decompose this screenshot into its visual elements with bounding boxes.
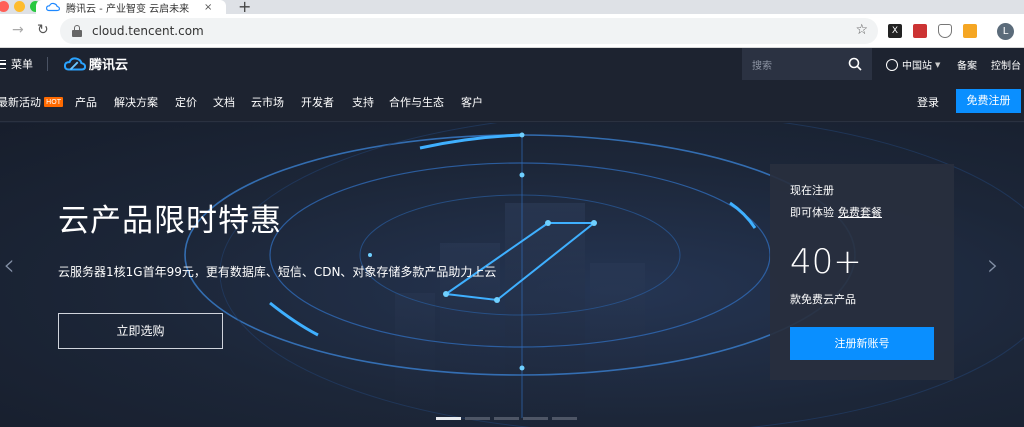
globe-icon	[886, 58, 898, 71]
nav-item-marketplace[interactable]: 云市场	[251, 94, 284, 110]
browser-address-bar: → ↻ cloud.tencent.com ☆ X L ⋮	[0, 14, 1024, 48]
buy-now-button[interactable]: 立即选购	[58, 313, 223, 349]
carousel-next-arrow-icon[interactable]: ›	[987, 248, 999, 283]
nav-item-latest-events[interactable]: 最新活动 HOT	[0, 94, 64, 110]
promo-line2-prefix: 即可体验	[790, 206, 834, 219]
carousel-dot[interactable]	[494, 417, 519, 420]
register-account-button[interactable]: 注册新账号	[790, 327, 934, 360]
signup-promo-card: 现在注册 即可体验 免费套餐 40+ 款免费云产品 注册新账号	[770, 164, 954, 380]
cloud-logo-icon	[64, 56, 86, 71]
search-icon[interactable]	[848, 57, 862, 71]
nav-item-developers[interactable]: 开发者	[301, 94, 334, 110]
site-top-bar: 菜单 腾讯云 搜索 中国站 ▼ 备案 控制台	[0, 48, 1024, 80]
hero-title: 云产品限时特惠	[58, 203, 282, 239]
tab-close-icon[interactable]: ×	[204, 2, 212, 13]
browser-menu-icon[interactable]: ⋮	[1019, 23, 1024, 39]
region-label: 中国站	[902, 61, 932, 72]
hamburger-icon	[0, 59, 6, 69]
hero-subtitle: 云服务器1核1G首年99元，更有数据库、短信、CDN、对象存储多款产品助力上云	[58, 265, 497, 279]
extension-x-icon[interactable]: X	[888, 24, 902, 38]
url-text[interactable]: cloud.tencent.com	[92, 24, 204, 38]
search-placeholder: 搜索	[752, 60, 772, 72]
carousel-dot[interactable]	[465, 417, 490, 420]
reload-icon[interactable]: ↻	[37, 22, 49, 38]
tencent-cloud-favicon-icon	[46, 2, 60, 12]
logo-text: 腾讯云	[89, 58, 129, 73]
carousel-dot[interactable]	[523, 417, 548, 420]
hero-banner: ‹ › 云产品限时特惠 云服务器1核1G首年99元，更有数据库、短信、CDN、对…	[0, 123, 1024, 427]
nav-item-solutions[interactable]: 解决方案	[114, 94, 158, 110]
nav-item-ecosystem[interactable]: 合作与生态	[389, 94, 444, 110]
browser-tab-bar: 腾讯云 - 产业智变 云启未来 × +	[0, 0, 1024, 16]
extension-mask-icon[interactable]	[913, 24, 927, 38]
nav-item-support[interactable]: 支持	[352, 94, 374, 110]
nav-item-customers[interactable]: 客户	[461, 94, 483, 110]
extension-shield-icon[interactable]	[938, 24, 952, 38]
carousel-indicators	[436, 417, 581, 420]
main-navigation: 最新活动 HOT 产品 解决方案 定价 文档 云市场 开发者 支持 合作与生态 …	[0, 80, 1024, 122]
lock-icon	[72, 25, 82, 37]
menu-button[interactable]: 菜单	[0, 56, 33, 72]
nav-item-label: 最新活动	[0, 96, 41, 109]
chevron-down-icon: ▼	[935, 60, 941, 69]
carousel-dot[interactable]	[436, 417, 461, 420]
bookmark-star-icon[interactable]: ☆	[855, 22, 868, 38]
login-link[interactable]: 登录	[917, 94, 939, 110]
carousel-prev-arrow-icon[interactable]: ‹	[3, 248, 15, 283]
console-link[interactable]: 控制台	[991, 57, 1021, 72]
promo-line1: 现在注册	[790, 184, 834, 197]
search-input[interactable]: 搜索	[742, 48, 872, 80]
window-close-control[interactable]	[0, 1, 9, 12]
promo-line2: 即可体验 免费套餐	[790, 204, 882, 220]
nav-item-docs[interactable]: 文档	[213, 94, 235, 110]
divider	[47, 57, 48, 71]
window-minimize-control[interactable]	[14, 1, 25, 12]
carousel-dot[interactable]	[552, 417, 577, 420]
free-signup-button[interactable]: 免费注册	[956, 89, 1021, 113]
menu-label: 菜单	[11, 58, 33, 71]
region-selector[interactable]: 中国站 ▼	[886, 57, 940, 72]
free-product-count: 40+	[790, 242, 862, 282]
forward-arrow-icon[interactable]: →	[12, 22, 24, 38]
free-plan-link[interactable]: 免费套餐	[838, 206, 882, 219]
extension-orange-icon[interactable]	[963, 24, 977, 38]
nav-item-products[interactable]: 产品	[75, 94, 97, 110]
hot-badge: HOT	[44, 97, 64, 107]
profile-avatar[interactable]: L	[997, 23, 1014, 40]
nav-item-pricing[interactable]: 定价	[175, 94, 197, 110]
tencent-cloud-logo[interactable]: 腾讯云	[64, 54, 128, 73]
tab-title: 腾讯云 - 产业智变 云启未来	[66, 3, 190, 15]
browser-tab[interactable]: 腾讯云 - 产业智变 云启未来 ×	[36, 0, 226, 15]
url-omnibox[interactable]: cloud.tencent.com ☆	[60, 18, 878, 44]
filing-link[interactable]: 备案	[957, 57, 977, 72]
free-product-note: 款免费云产品	[790, 293, 856, 306]
